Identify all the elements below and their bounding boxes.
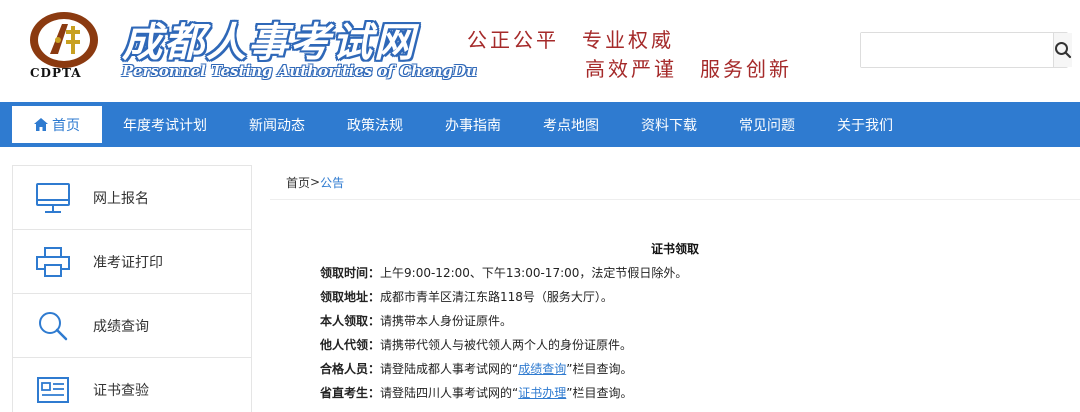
sidebar-item-online-registration[interactable]: 网上报名 [13, 166, 251, 230]
sidebar-item-label: 成绩查询 [93, 318, 149, 335]
article-row: 领取地址：成都市青羊区清江东路118号（服务大厅）。 [320, 290, 613, 304]
article-body: 领取时间：上午9:00-12:00、下午13:00-17:00，法定节假日除外。… [320, 261, 1080, 405]
slogan-line-2: 高效严谨 服务创新 [585, 57, 792, 81]
nav-item-guide[interactable]: 办事指南 [424, 102, 522, 147]
breadcrumb-home[interactable]: 首页 [286, 174, 310, 191]
search-button[interactable] [1053, 33, 1072, 67]
row-text: 成都市青羊区清江东路118号（服务大厅）。 [380, 290, 613, 304]
row-label: 领取地址 [320, 290, 369, 304]
row-label: 合格人员 [320, 362, 369, 376]
nav-item-downloads[interactable]: 资料下载 [620, 102, 718, 147]
nav-item-annual-plan[interactable]: 年度考试计划 [102, 102, 228, 147]
printer-icon [36, 246, 70, 277]
nav-item-about[interactable]: 关于我们 [816, 102, 914, 147]
main-nav: 首页 年度考试计划 新闻动态 政策法规 办事指南 考点地图 资料下载 常见问题 … [0, 102, 1080, 147]
article-row: 领取时间：上午9:00-12:00、下午13:00-17:00，法定节假日除外。 [320, 266, 688, 280]
sidebar-item-label: 准考证打印 [93, 254, 163, 271]
certificate-handling-link[interactable]: 证书办理 [518, 386, 566, 400]
row-text: 请携带代领人与被代领人两个人的身份证原件。 [380, 338, 633, 352]
article-row: 省直考生：请登陆四川人事考试网的“证书办理”栏目查询。 [320, 386, 633, 400]
article-row: 合格人员：请登陆成都人事考试网的“成绩查询”栏目查询。 [320, 362, 633, 376]
row-label: 省直考生 [320, 386, 369, 400]
search-icon [1055, 42, 1072, 59]
article-row: 本人领取：请携带本人身份证原件。 [320, 314, 513, 328]
breadcrumb: 首页 > 公告 [270, 165, 1080, 200]
nav-item-venue-map[interactable]: 考点地图 [522, 102, 620, 147]
sidebar-item-certificate-check[interactable]: 证书查验 [13, 358, 251, 412]
row-text: ”栏目查询。 [566, 362, 633, 376]
slogan-line-1: 公正公平 专业权威 [467, 28, 674, 52]
row-label: 他人代领 [320, 338, 369, 352]
row-text: ”栏目查询。 [566, 386, 633, 400]
nav-item-faq[interactable]: 常见问题 [718, 102, 816, 147]
search-input[interactable] [861, 33, 1053, 67]
score-query-link[interactable]: 成绩查询 [518, 362, 566, 376]
site-title-english: Personnel Testing Authorities of ChengDu [122, 62, 477, 80]
breadcrumb-separator: > [310, 175, 321, 189]
nav-item-home[interactable]: 首页 [12, 106, 102, 143]
sidebar: 网上报名 准考证打印 成绩查询 证书查验 [12, 165, 252, 412]
row-label: 本人领取 [320, 314, 369, 328]
main-content: 首页 > 公告 证书领取 领取时间：上午9:00-12:00、下午13:00-1… [270, 165, 1080, 405]
row-text: 请登陆四川人事考试网的“ [380, 386, 519, 400]
nav-item-news[interactable]: 新闻动态 [228, 102, 326, 147]
search-box [860, 32, 1072, 68]
row-text: 上午9:00-12:00、下午13:00-17:00，法定节假日除外。 [380, 266, 688, 280]
monitor-icon [36, 182, 70, 213]
site-title[interactable]: 成都人事考试网 [122, 10, 416, 68]
nav-item-policy[interactable]: 政策法规 [326, 102, 424, 147]
sidebar-item-label: 网上报名 [93, 190, 149, 207]
nav-item-label: 首页 [52, 117, 80, 134]
breadcrumb-current[interactable]: 公告 [320, 174, 344, 191]
sidebar-item-admission-ticket[interactable]: 准考证打印 [13, 230, 251, 294]
article-row: 他人代领：请携带代领人与被代领人两个人的身份证原件。 [320, 338, 633, 352]
row-text: 请携带本人身份证原件。 [380, 314, 513, 328]
search-icon [39, 311, 68, 340]
sidebar-item-label: 证书查验 [93, 383, 149, 399]
row-text: 请登陆成都人事考试网的“ [380, 362, 519, 376]
logo-abbreviation: CDPTA [30, 66, 82, 80]
home-icon [34, 118, 48, 131]
article-title: 证书领取 [650, 242, 699, 256]
sidebar-item-score-query[interactable]: 成绩查询 [13, 294, 251, 358]
row-label: 领取时间 [320, 266, 369, 280]
certificate-icon [37, 377, 69, 403]
site-header: CDPTA 成都人事考试网 Personnel Testing Authorit… [0, 0, 1080, 102]
